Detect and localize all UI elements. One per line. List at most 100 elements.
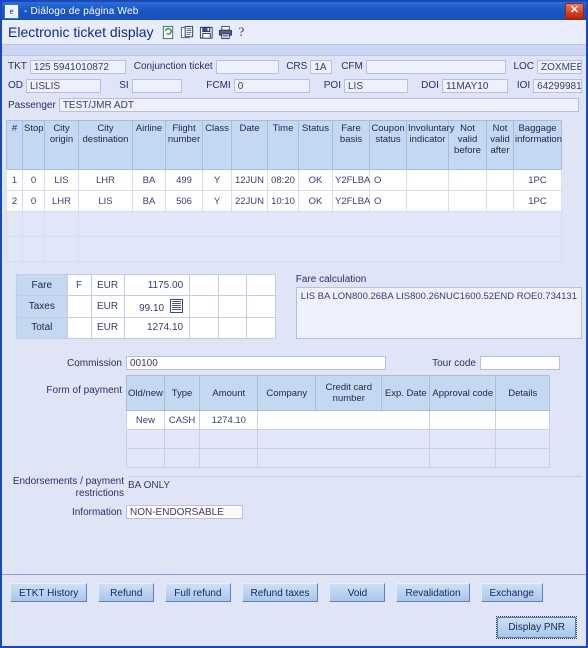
fop-col-type: Type xyxy=(163,375,201,411)
fare-spacer-3 xyxy=(246,273,276,297)
fop-table-row-empty[interactable] xyxy=(126,448,551,468)
loc-input[interactable]: ZOXMEE xyxy=(537,59,583,74)
fare-label: Fare xyxy=(16,273,68,297)
fop-table-row[interactable]: New CASH 1274.10 xyxy=(126,410,551,430)
print-icon[interactable] xyxy=(218,25,233,40)
fop-cell-empty xyxy=(163,448,201,468)
commission-label: Commission xyxy=(66,357,122,369)
ticket-row-2: OD LISLIS SI FCMI 0 POI LIS DOI 11MAY10 … xyxy=(6,77,582,94)
cell-not-valid-after xyxy=(486,169,514,191)
tkt-input[interactable]: 125 5941010872 xyxy=(29,59,126,74)
cell-involuntary xyxy=(406,169,449,191)
passenger-row: Passenger TEST/JMR ADT xyxy=(6,97,582,113)
poi-input[interactable]: LIS xyxy=(344,78,409,93)
col-status: Status xyxy=(298,120,333,170)
table-row-empty[interactable] xyxy=(6,236,562,262)
internet-explorer-icon: e xyxy=(4,3,19,19)
od-input[interactable]: LISLIS xyxy=(26,78,102,93)
col-airline: Airline xyxy=(132,120,166,170)
si-input[interactable] xyxy=(131,78,183,93)
cell-empty xyxy=(6,236,23,262)
void-button[interactable]: Void xyxy=(329,583,386,602)
tour-code-label: Tour code xyxy=(432,357,476,369)
cell-coupon-status: O xyxy=(369,190,407,212)
fare-calculation-value[interactable]: LIS BA LON800.26BA LIS800.26NUC1600.52EN… xyxy=(295,287,582,339)
fop-cell-empty xyxy=(495,448,551,468)
cell-not-valid-before xyxy=(448,190,487,212)
fop-col-credit-card-number: Credit card number xyxy=(315,375,383,411)
copy-document-icon[interactable] xyxy=(180,25,195,40)
full-refund-button[interactable]: Full refund xyxy=(165,583,231,602)
doi-label: DOI xyxy=(421,80,439,91)
endorsements-label: Endorsements / payment restrictions xyxy=(6,476,128,500)
commission-input[interactable]: 00100 xyxy=(126,356,386,370)
fop-cell-company xyxy=(257,410,431,430)
cell-status: OK xyxy=(298,190,333,212)
fcmi-label: FCMI xyxy=(206,80,231,91)
poi-label: POI xyxy=(323,80,341,91)
fop-table-row-empty[interactable] xyxy=(126,429,551,449)
col-not-valid-before: Not valid before xyxy=(448,120,487,170)
fop-cell-empty xyxy=(429,429,497,449)
display-pnr-button[interactable]: Display PNR xyxy=(496,616,577,639)
save-icon[interactable] xyxy=(199,25,214,40)
col-stop: Stop xyxy=(22,120,45,170)
fare-table: Fare F EUR 1175.00 Taxes EUR 99.10 Total… xyxy=(16,273,276,340)
commission-row: Commission 00100 Tour code xyxy=(6,355,582,371)
cell-num: 1 xyxy=(6,169,23,191)
cell-empty xyxy=(78,211,562,237)
page-title: Electronic ticket display xyxy=(8,24,154,40)
total-indicator xyxy=(66,316,92,340)
taxes-currency: EUR xyxy=(90,295,125,318)
table-row[interactable]: 2 0 LHR LIS BA 506 Y 22JUN 10:10 OK Y2FL… xyxy=(6,190,562,212)
ioi-input[interactable]: 64299981 xyxy=(533,78,582,93)
taxes-amount-cell: 99.10 xyxy=(123,295,191,318)
cfm-input[interactable] xyxy=(365,59,507,74)
information-label: Information xyxy=(71,506,122,518)
fcmi-input[interactable]: 0 xyxy=(233,78,310,93)
doi-input[interactable]: 11MAY10 xyxy=(441,78,508,93)
cell-class: Y xyxy=(202,190,232,212)
fop-col-approval-code: Approval code xyxy=(429,375,497,411)
crs-input[interactable]: 1A xyxy=(310,59,333,74)
col-num: # xyxy=(6,120,23,170)
refresh-document-icon[interactable] xyxy=(161,25,176,40)
table-row[interactable]: 1 0 LIS LHR BA 499 Y 12JUN 08:20 OK Y2FL… xyxy=(6,169,562,191)
passenger-label: Passenger xyxy=(8,99,56,111)
tax-detail-list-icon[interactable] xyxy=(170,298,184,313)
taxes-spacer-2 xyxy=(218,295,248,318)
refund-button[interactable]: Refund xyxy=(98,583,155,602)
etkt-history-button[interactable]: ETKT History xyxy=(10,583,88,602)
cell-empty xyxy=(22,236,45,262)
payment-section: Commission 00100 Tour code Form of payme… xyxy=(6,355,582,519)
cfm-label: CFM xyxy=(341,61,363,72)
cell-flight-number: 506 xyxy=(165,190,203,212)
cell-baggage: 1PC xyxy=(513,169,562,191)
ticket-row-1: TKT 125 5941010872 Conjunction ticket CR… xyxy=(6,58,583,75)
exchange-button[interactable]: Exchange xyxy=(480,583,543,602)
cell-not-valid-before xyxy=(448,169,487,191)
tour-code-input[interactable] xyxy=(480,356,560,370)
fare-section: Fare F EUR 1175.00 Taxes EUR 99.10 Total… xyxy=(6,273,582,340)
fop-cell-empty xyxy=(163,429,201,449)
fare-calculation-section: Fare calculation LIS BA LON800.26BA LIS8… xyxy=(295,274,582,339)
endorsements-label-line1: Endorsements / payment xyxy=(12,476,124,487)
cell-empty xyxy=(6,211,23,237)
fare-spacer-2 xyxy=(218,273,248,297)
cell-class: Y xyxy=(202,169,232,191)
help-icon[interactable]: ? xyxy=(239,24,245,40)
col-city-origin: City origin xyxy=(44,120,79,170)
cell-date: 22JUN xyxy=(231,190,268,212)
conjunction-ticket-input[interactable] xyxy=(215,59,280,74)
revalidation-button[interactable]: Revalidation xyxy=(396,583,470,602)
taxes-indicator xyxy=(66,295,92,318)
fop-cell-approval-code xyxy=(429,410,497,430)
endorsements-value[interactable]: BA ONLY xyxy=(128,476,582,500)
passenger-input[interactable]: TEST/JMR ADT xyxy=(58,98,579,112)
cell-airline: BA xyxy=(132,169,166,191)
close-icon[interactable]: ✕ xyxy=(565,2,584,20)
table-row-empty[interactable] xyxy=(6,211,562,237)
refund-taxes-button[interactable]: Refund taxes xyxy=(241,583,319,602)
information-input[interactable]: NON-ENDORSABLE xyxy=(126,505,243,519)
cell-time: 10:10 xyxy=(267,190,299,212)
